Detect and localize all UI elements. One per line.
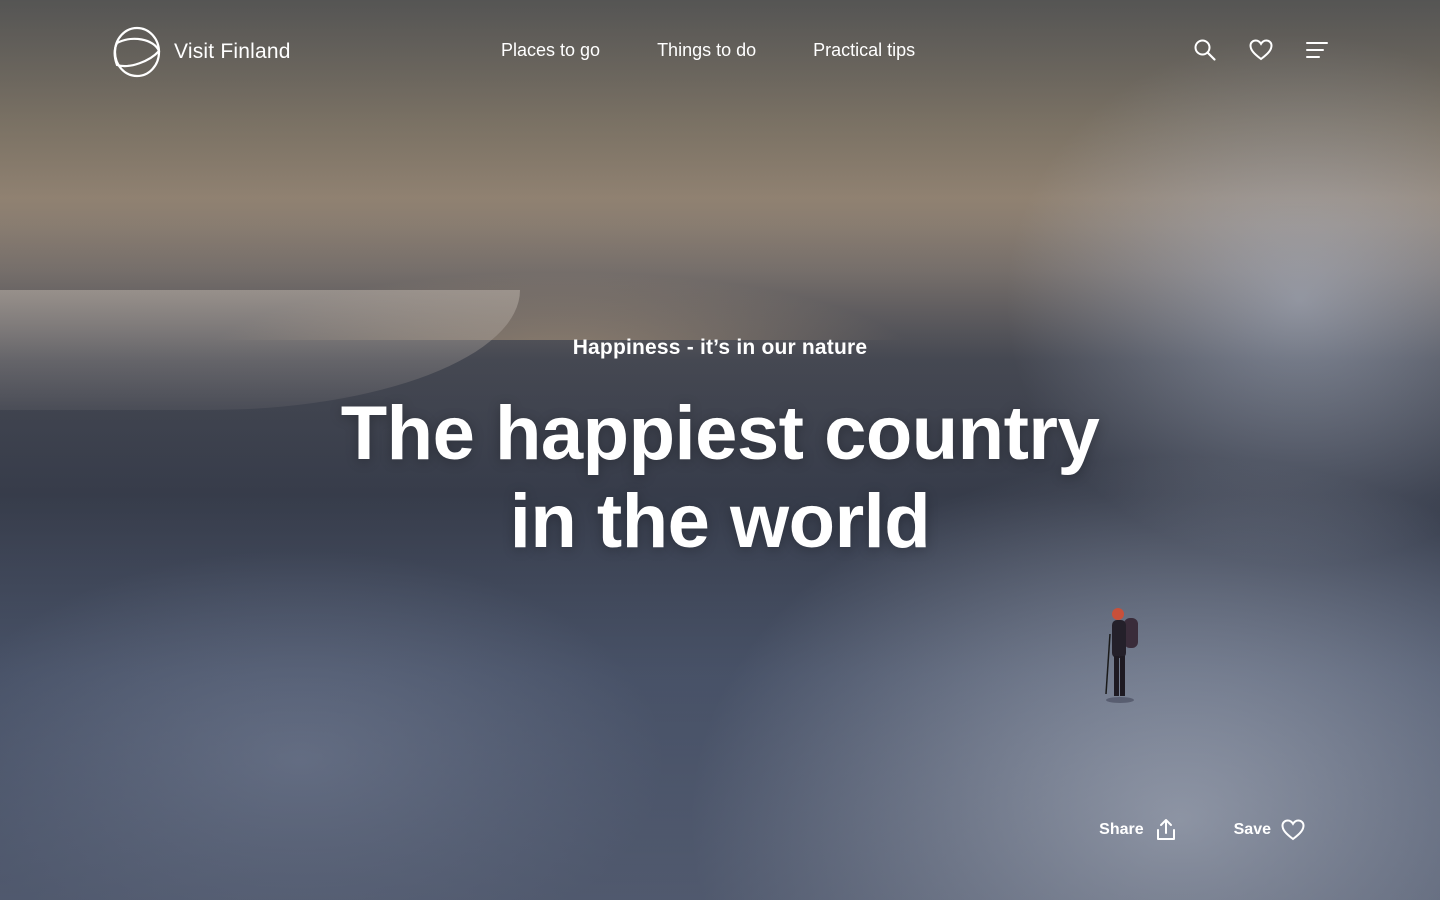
heart-icon — [1281, 819, 1305, 841]
hero-section: Visit Finland Places to go Things to do … — [0, 0, 1440, 900]
hero-headline: The happiest country in the world — [0, 390, 1440, 566]
favorites-heart-icon[interactable] — [1248, 36, 1274, 64]
menu-icon[interactable] — [1304, 36, 1330, 64]
header-icons — [1192, 36, 1330, 64]
visit-finland-logo[interactable]: Visit Finland — [112, 24, 291, 80]
site-header: Visit Finland Places to go Things to do … — [0, 0, 1440, 104]
hero-actions: Share Save — [1099, 818, 1305, 842]
main-nav: Places to go Things to do Practical tips — [501, 40, 915, 61]
share-icon — [1156, 819, 1175, 840]
hiker-figure — [1105, 608, 1138, 703]
hero-headline-line-2: in the world — [509, 479, 931, 564]
logo-text: Visit Finland — [174, 40, 291, 63]
search-icon[interactable] — [1192, 36, 1218, 64]
nav-things-to-do[interactable]: Things to do — [657, 40, 756, 61]
hero-kicker: Happiness - it’s in our nature — [572, 336, 868, 359]
logo-mark-icon — [113, 26, 161, 78]
hero-headline-line-1: The happiest country — [340, 391, 1100, 476]
save-button[interactable]: Save — [1234, 819, 1305, 841]
share-label: Share — [1099, 821, 1144, 838]
share-button[interactable]: Share — [1099, 818, 1177, 842]
nav-places-to-go[interactable]: Places to go — [501, 40, 600, 61]
save-label: Save — [1233, 821, 1271, 838]
nav-practical-tips[interactable]: Practical tips — [813, 40, 915, 61]
